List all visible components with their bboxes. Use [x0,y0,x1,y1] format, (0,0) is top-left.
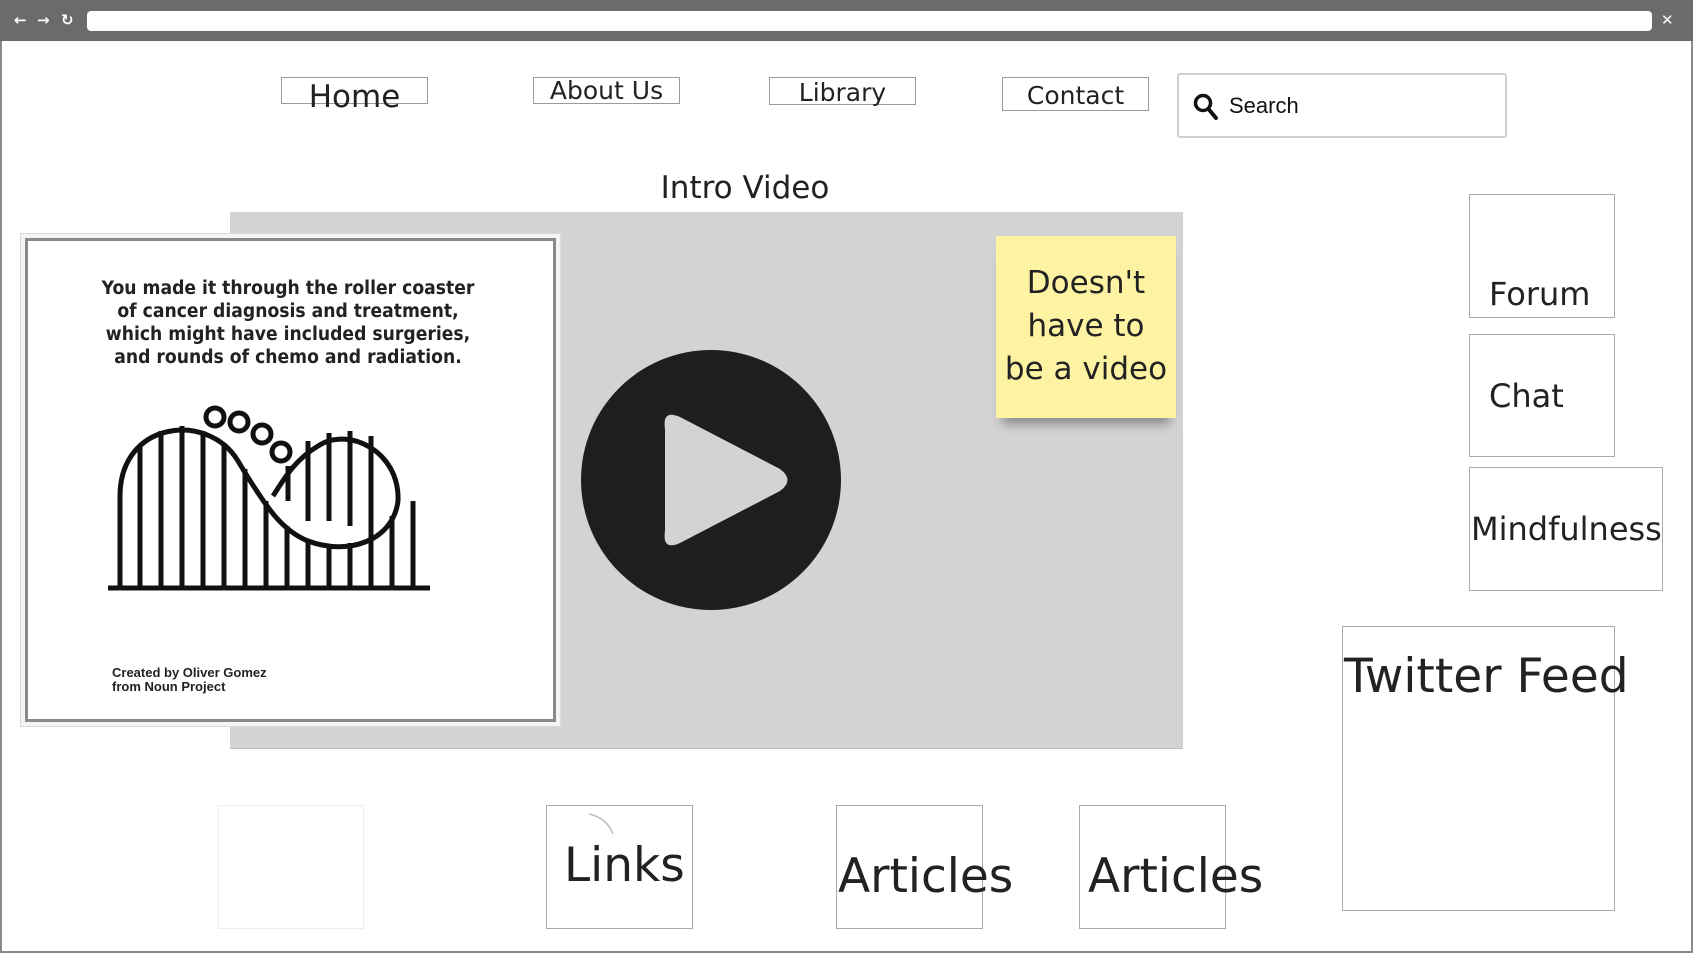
nav-about-button[interactable]: About Us [533,77,680,104]
forward-arrow-icon[interactable]: → [37,9,50,31]
articles-box-2[interactable]: Articles [1079,805,1263,929]
back-arrow-icon[interactable]: ← [14,9,27,31]
links-box[interactable]: Links [546,805,693,929]
mindfulness-box[interactable]: Mindfulness [1469,467,1663,591]
nav-contact-button[interactable]: Contact [1002,77,1149,111]
roller-coaster-image: You made it through the roller coaster o… [20,233,561,727]
mindfulness-label: Mindfulness [1471,510,1662,548]
image-frame: You made it through the roller coaster o… [25,238,556,722]
articles-label-2: Articles [1088,849,1264,904]
intro-video-title: Intro Video [660,170,830,206]
forum-box[interactable]: Forum [1469,194,1615,318]
image-credit: Created by Oliver Gomez from Noun Projec… [112,665,267,694]
close-icon[interactable]: ✕ [1661,9,1674,31]
nav-library-button[interactable]: Library [769,77,916,107]
twitter-feed-label: Twitter Feed [1344,649,1629,704]
nav-home-button[interactable]: Home [281,77,428,115]
articles-label-1: Articles [838,849,1014,904]
empty-box[interactable] [218,805,364,929]
search-input[interactable]: Search [1177,73,1507,138]
reload-icon[interactable]: ↻ [61,9,74,31]
sticky-note: Doesn't have to be a video [996,236,1176,418]
browser-toolbar: ← → ↻ ✕ [0,0,1693,41]
articles-box-1[interactable]: Articles [836,805,1013,929]
roller-coaster-icon [108,405,430,591]
play-icon[interactable] [580,349,842,611]
address-bar[interactable] [87,11,1652,31]
stroke-mark [588,813,614,835]
image-quote-text: You made it through the roller coaster o… [101,278,475,368]
forum-label: Forum [1489,275,1591,313]
search-placeholder: Search [1229,93,1299,118]
chat-label: Chat [1489,377,1564,415]
search-icon [1193,93,1218,120]
links-label: Links [564,838,685,893]
chat-box[interactable]: Chat [1469,334,1615,457]
twitter-feed-box[interactable]: Twitter Feed [1342,626,1629,911]
